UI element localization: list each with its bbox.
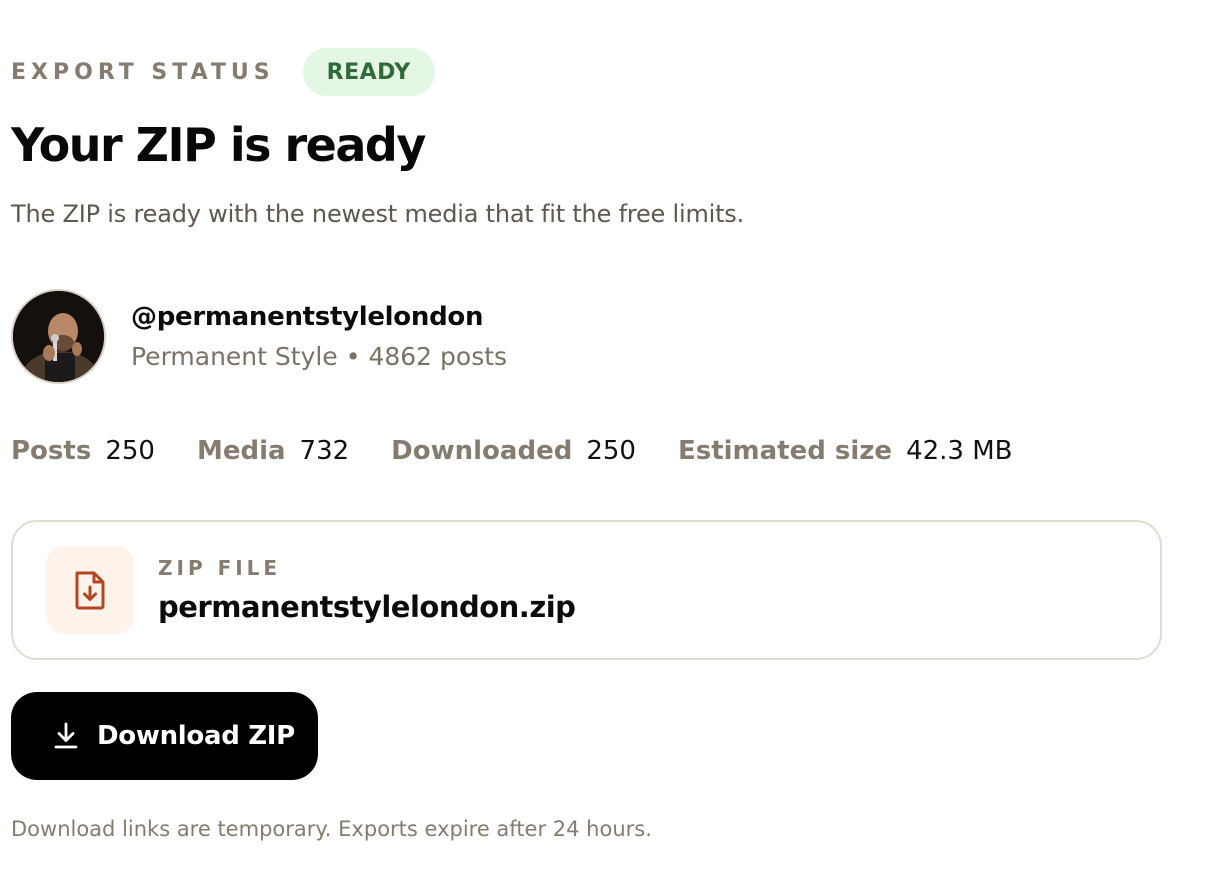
page-subtitle: The ZIP is ready with the newest media t… (11, 200, 745, 228)
avatar-photo (13, 291, 104, 382)
profile-post-count: 4862 posts (368, 342, 508, 371)
stat-label: Posts (11, 436, 92, 466)
page-title: Your ZIP is ready (11, 118, 426, 172)
file-download-icon (75, 571, 105, 610)
export-status-page: EXPORT STATUS READY Your ZIP is ready Th… (0, 0, 1208, 872)
status-row: EXPORT STATUS READY (11, 48, 435, 96)
stat-value: 732 (299, 436, 350, 466)
profile-handle: @permanentstylelondon (131, 302, 484, 332)
download-zip-button[interactable]: Download ZIP (11, 692, 318, 780)
download-icon (53, 722, 79, 750)
file-label: ZIP FILE (158, 556, 282, 580)
separator-dot: • (345, 342, 361, 371)
stat-value: 250 (105, 436, 155, 466)
profile-meta: Permanent Style • 4862 posts (131, 342, 507, 371)
zip-file-card: ZIP FILE permanentstylelondon.zip (11, 520, 1162, 660)
stat-label: Downloaded (391, 436, 573, 466)
stat-estimated-size: Estimated size 42.3 MB (678, 436, 1013, 466)
stat-downloaded: Downloaded 250 (391, 436, 636, 466)
stat-label: Media (196, 436, 286, 466)
profile-name: Permanent Style (131, 342, 338, 371)
profile-summary: @permanentstylelondon Permanent Style • 48… (11, 289, 507, 384)
profile-text: @permanentstylelondon Permanent Style • 48… (131, 302, 507, 371)
file-name: permanentstylelondon.zip (158, 590, 576, 624)
file-text: ZIP FILE permanentstylelondon.zip (158, 556, 576, 624)
expiry-footnote: Download links are temporary. Exports ex… (11, 817, 652, 841)
export-stats: Posts 250 Media 732 Downloaded 250 Estim… (11, 436, 1055, 466)
status-badge: READY (302, 48, 435, 96)
stat-value: 250 (586, 436, 636, 466)
stat-label: Estimated size (677, 436, 893, 466)
avatar (11, 289, 106, 384)
stat-media: Media 732 (197, 436, 349, 466)
file-icon-box (46, 546, 134, 634)
export-status-eyebrow: EXPORT STATUS (11, 59, 275, 85)
download-button-label: Download ZIP (97, 721, 295, 751)
stat-value: 42.3 MB (906, 436, 1013, 466)
stat-posts: Posts 250 (11, 436, 155, 466)
